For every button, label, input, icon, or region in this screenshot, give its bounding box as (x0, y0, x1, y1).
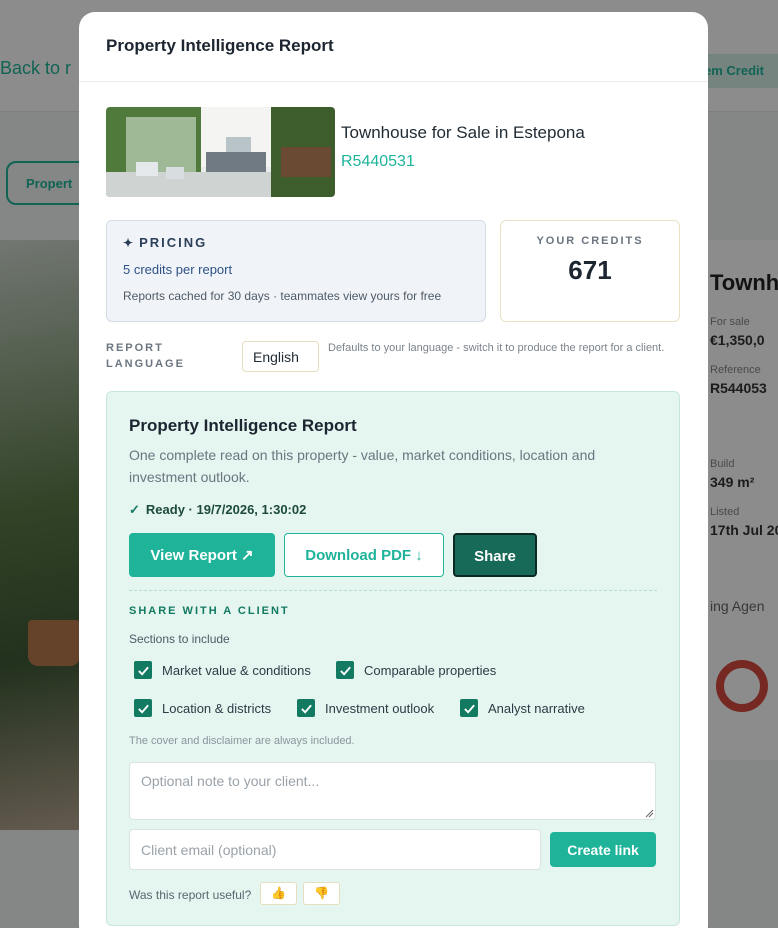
report-status: ✓ Ready · 19/7/2026, 1:30:02 (129, 502, 306, 518)
check-icon: ✓ (129, 502, 140, 517)
thumbs-up-icon: 👍 (271, 886, 286, 900)
section-checkbox-location[interactable]: Location & districts (134, 699, 271, 717)
client-note-textarea[interactable]: Optional note to your client... (129, 762, 656, 820)
listing-summary: Townhouse for Sale in Estepona R5440531 (106, 107, 666, 197)
checkbox-checked-icon[interactable] (134, 661, 152, 679)
checkbox-checked-icon[interactable] (336, 661, 354, 679)
report-language-label: REPORT LANGUAGE (106, 342, 185, 370)
client-email-input[interactable]: Client email (optional) (129, 829, 541, 870)
download-pdf-button[interactable]: Download PDF ↓ (284, 533, 444, 577)
section-checkbox-narrative[interactable]: Analyst narrative (460, 699, 585, 717)
thumbs-up-button[interactable]: 👍 (260, 882, 297, 905)
credits-value: 671 (568, 255, 612, 285)
section-label: Location & districts (162, 700, 272, 716)
modal-title: Property Intelligence Report (106, 36, 334, 55)
section-checkbox-market[interactable]: Market value & conditions (134, 661, 311, 679)
report-modal: Property Intelligence Report Townhouse f… (79, 12, 708, 928)
pricing-heading-text: PRICING (139, 235, 208, 250)
section-checkbox-comparables[interactable]: Comparable properties (336, 661, 496, 679)
report-language-select[interactable]: English (242, 341, 319, 372)
listing-name: Townhouse for Sale in Estepona (341, 123, 585, 142)
view-report-button[interactable]: View Report ↗ (129, 533, 275, 577)
checkbox-checked-icon[interactable] (460, 699, 478, 717)
sections-label: Sections to include (129, 632, 230, 646)
report-status-text: Ready · 19/7/2026, 1:30:02 (145, 502, 307, 517)
pricing-rate: 5 credits per report (123, 262, 233, 277)
resize-handle-icon[interactable] (644, 808, 654, 818)
report-card-description: One complete read on this property - val… (129, 447, 596, 485)
checkbox-checked-icon[interactable] (134, 699, 152, 717)
create-link-button[interactable]: Create link (550, 832, 656, 867)
pricing-heading: ✦ PRICING (123, 235, 485, 250)
credits-panel: YOUR CREDITS 671 (500, 220, 680, 322)
section-label: Market value & conditions (162, 662, 311, 678)
report-card: Property Intelligence Report One complet… (106, 391, 680, 926)
sparkle-icon: ✦ (123, 236, 134, 250)
thumbs-down-icon: 👎 (314, 886, 329, 900)
section-divider (129, 590, 657, 591)
credits-label: YOUR CREDITS (536, 235, 644, 247)
report-language-hint: Defaults to your language - switch it to… (328, 342, 665, 354)
pricing-panel: ✦ PRICING 5 credits per report Reports ca… (106, 220, 486, 322)
checkbox-checked-icon[interactable] (297, 699, 315, 717)
always-included-note: The cover and disclaimer are always incl… (129, 735, 355, 747)
share-button[interactable]: Share (453, 533, 537, 577)
listing-reference-link[interactable]: R5440531 (341, 153, 415, 171)
useful-question: Was this report useful? (129, 888, 252, 902)
thumbs-down-button[interactable]: 👎 (303, 882, 340, 905)
section-checkbox-investment[interactable]: Investment outlook (297, 699, 434, 717)
share-heading: SHARE WITH A CLIENT (129, 605, 290, 617)
listing-photo (106, 107, 335, 197)
section-label: Investment outlook (325, 700, 435, 716)
pricing-note: Reports cached for 30 days · teammates v… (123, 289, 442, 303)
report-card-title: Property Intelligence Report (129, 416, 357, 435)
section-label: Analyst narrative (488, 700, 585, 716)
listing-thumbnail (106, 107, 335, 197)
modal-header: Property Intelligence Report (79, 12, 708, 82)
section-label: Comparable properties (364, 662, 497, 678)
